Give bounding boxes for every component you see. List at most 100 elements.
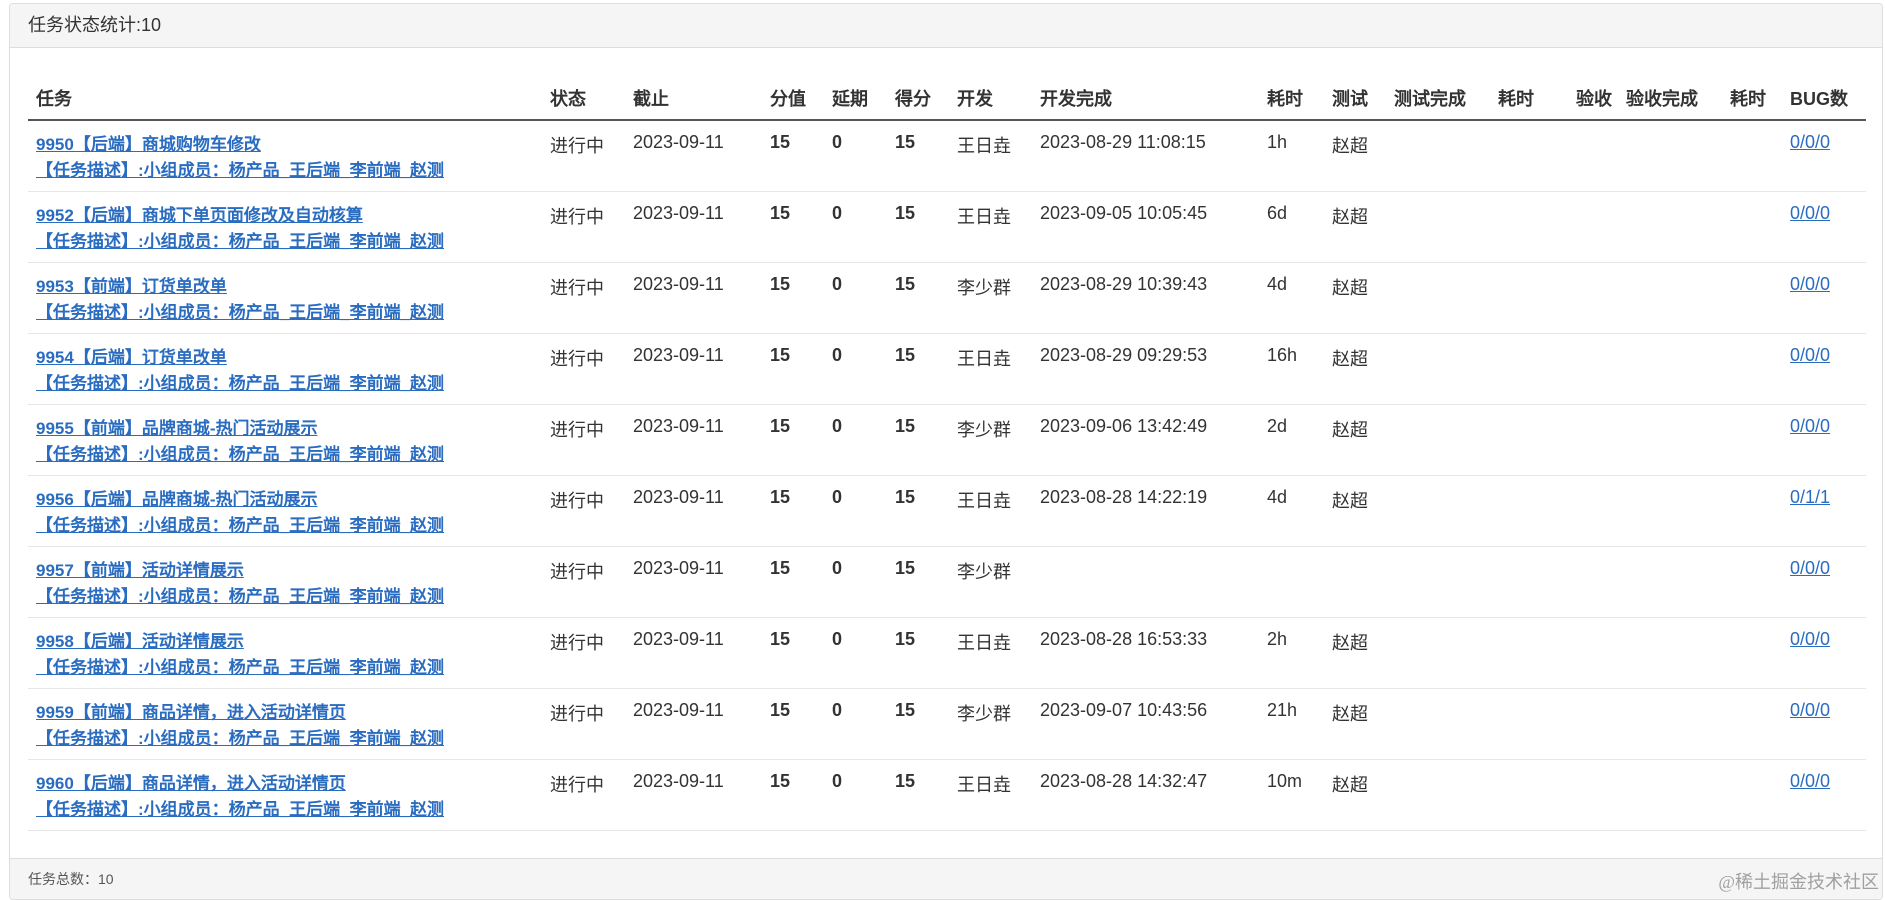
test-time-cell (1490, 759, 1568, 831)
dev-done-cell: 2023-08-28 14:22:19 (1032, 475, 1259, 547)
watermark: @稀土掘金技术社区 (1718, 872, 1879, 892)
bug-count-link[interactable]: 0/0/0 (1790, 558, 1830, 578)
table-row: 9952【后端】商城下单页面修改及自动核算 【任务描述】:小组成员：杨产品_王后端… (28, 191, 1866, 263)
bug-count-link[interactable]: 0/0/0 (1790, 203, 1830, 223)
points-cell: 15 (887, 546, 949, 618)
dev-cell: 王日垚 (949, 191, 1032, 263)
deadline-cell: 2023-09-11 (625, 404, 762, 476)
dev-cell: 李少群 (949, 546, 1032, 618)
points-cell: 15 (887, 120, 949, 192)
dev-cell: 李少群 (949, 262, 1032, 334)
task-link[interactable]: 9953【前端】订货单改单 【任务描述】:小组成员：杨产品_王后端_李前端_赵测 (36, 274, 534, 326)
deadline-cell: 2023-09-11 (625, 475, 762, 547)
deadline-cell: 2023-09-11 (625, 617, 762, 689)
task-title: 9956【后端】品牌商城-热门活动展示 (36, 489, 318, 509)
accept-time-cell (1722, 617, 1782, 689)
delay-cell: 0 (824, 759, 887, 831)
dev-cell: 李少群 (949, 688, 1032, 760)
panel-heading: 任务状态统计:10 (10, 4, 1882, 48)
task-title: 9954【后端】订货单改单 (36, 347, 227, 367)
test-time-cell (1490, 617, 1568, 689)
acceptor-cell (1568, 120, 1618, 192)
status-cell: 进行中 (542, 617, 625, 689)
dev-done-cell: 2023-09-07 10:43:56 (1032, 688, 1259, 760)
bug-count-link[interactable]: 0/1/1 (1790, 487, 1830, 507)
accept-done-cell (1618, 475, 1722, 547)
task-cell: 9958【后端】活动详情展示 【任务描述】:小组成员：杨产品_王后端_李前端_赵测 (28, 617, 542, 689)
bugs-cell: 0/0/0 (1782, 120, 1866, 192)
bug-count-link[interactable]: 0/0/0 (1790, 345, 1830, 365)
deadline-cell: 2023-09-11 (625, 191, 762, 263)
bugs-cell: 0/0/0 (1782, 617, 1866, 689)
task-title: 9958【后端】活动详情展示 (36, 631, 244, 651)
task-title: 9960【后端】商品详情，进入活动详情页 (36, 773, 346, 793)
accept-done-cell (1618, 617, 1722, 689)
task-link[interactable]: 9959【前端】商品详情，进入活动详情页 【任务描述】:小组成员：杨产品_王后端_… (36, 700, 534, 752)
dev-time-cell: 4d (1259, 262, 1324, 334)
test-time-cell (1490, 688, 1568, 760)
task-link[interactable]: 9950【后端】商城购物车修改 【任务描述】:小组成员：杨产品_王后端_李前端_赵… (36, 132, 534, 184)
task-cell: 9960【后端】商品详情，进入活动详情页 【任务描述】:小组成员：杨产品_王后端_… (28, 759, 542, 831)
dev-cell: 王日垚 (949, 333, 1032, 405)
points-cell: 15 (887, 191, 949, 263)
bug-count-link[interactable]: 0/0/0 (1790, 274, 1830, 294)
accept-time-cell (1722, 404, 1782, 476)
test-time-cell (1490, 262, 1568, 334)
test-time-cell (1490, 546, 1568, 618)
panel-title: 任务状态统计:10 (28, 15, 162, 35)
task-description: 【任务描述】:小组成员：杨产品_王后端_李前端_赵测 (36, 515, 445, 535)
bugs-cell: 0/0/0 (1782, 759, 1866, 831)
bug-count-link[interactable]: 0/0/0 (1790, 771, 1830, 791)
bug-count-link[interactable]: 0/0/0 (1790, 629, 1830, 649)
task-link[interactable]: 9957【前端】活动详情展示 【任务描述】:小组成员：杨产品_王后端_李前端_赵测 (36, 558, 534, 610)
score-cell: 15 (762, 546, 824, 618)
task-link[interactable]: 9955【前端】品牌商城-热门活动展示 【任务描述】:小组成员：杨产品_王后端_李… (36, 416, 534, 468)
bug-count-link[interactable]: 0/0/0 (1790, 700, 1830, 720)
col-header-accept-time: 耗时 (1722, 62, 1782, 121)
task-title: 9952【后端】商城下单页面修改及自动核算 (36, 205, 363, 225)
test-done-cell (1386, 333, 1490, 405)
score-cell: 15 (762, 262, 824, 334)
task-link[interactable]: 9958【后端】活动详情展示 【任务描述】:小组成员：杨产品_王后端_李前端_赵测 (36, 629, 534, 681)
points-cell: 15 (887, 475, 949, 547)
col-header-bugs: BUG数 (1782, 62, 1866, 121)
deadline-cell: 2023-09-11 (625, 333, 762, 405)
delay-cell: 0 (824, 262, 887, 334)
task-description: 【任务描述】:小组成员：杨产品_王后端_李前端_赵测 (36, 373, 445, 393)
dev-time-cell: 2h (1259, 617, 1324, 689)
tester-cell: 赵超 (1324, 688, 1386, 760)
status-cell: 进行中 (542, 759, 625, 831)
dev-cell: 王日垚 (949, 475, 1032, 547)
task-cell: 9956【后端】品牌商城-热门活动展示【任务描述】:小组成员：杨产品_王后端_李… (28, 475, 542, 547)
task-link[interactable]: 9956【后端】品牌商城-热门活动展示【任务描述】:小组成员：杨产品_王后端_李… (36, 487, 534, 539)
acceptor-cell (1568, 546, 1618, 618)
task-description: 【任务描述】:小组成员：杨产品_王后端_李前端_赵测 (36, 302, 445, 322)
task-cell: 9953【前端】订货单改单 【任务描述】:小组成员：杨产品_王后端_李前端_赵测 (28, 262, 542, 334)
dev-done-cell: 2023-08-28 14:32:47 (1032, 759, 1259, 831)
accept-time-cell (1722, 120, 1782, 192)
bug-count-link[interactable]: 0/0/0 (1790, 416, 1830, 436)
score-cell: 15 (762, 191, 824, 263)
tester-cell: 赵超 (1324, 262, 1386, 334)
task-table: 任务 状态 截止 分值 延期 得分 开发 开发完成 耗时 测试 测试完成 耗时 … (28, 62, 1866, 831)
bug-count-link[interactable]: 0/0/0 (1790, 132, 1830, 152)
bugs-cell: 0/0/0 (1782, 262, 1866, 334)
col-header-dev-time: 耗时 (1259, 62, 1324, 121)
test-time-cell (1490, 333, 1568, 405)
dev-time-cell: 2d (1259, 404, 1324, 476)
panel-body: 任务 状态 截止 分值 延期 得分 开发 开发完成 耗时 测试 测试完成 耗时 … (10, 48, 1882, 831)
points-cell: 15 (887, 404, 949, 476)
test-done-cell (1386, 759, 1490, 831)
accept-done-cell (1618, 191, 1722, 263)
task-link[interactable]: 9960【后端】商品详情，进入活动详情页 【任务描述】:小组成员：杨产品_王后端_… (36, 771, 534, 823)
test-done-cell (1386, 404, 1490, 476)
delay-cell: 0 (824, 475, 887, 547)
col-header-task: 任务 (28, 62, 542, 121)
task-link[interactable]: 9954【后端】订货单改单【任务描述】:小组成员：杨产品_王后端_李前端_赵测 (36, 345, 534, 397)
acceptor-cell (1568, 688, 1618, 760)
status-cell: 进行中 (542, 546, 625, 618)
task-link[interactable]: 9952【后端】商城下单页面修改及自动核算 【任务描述】:小组成员：杨产品_王后端… (36, 203, 534, 255)
test-done-cell (1386, 475, 1490, 547)
acceptor-cell (1568, 475, 1618, 547)
accept-done-cell (1618, 759, 1722, 831)
